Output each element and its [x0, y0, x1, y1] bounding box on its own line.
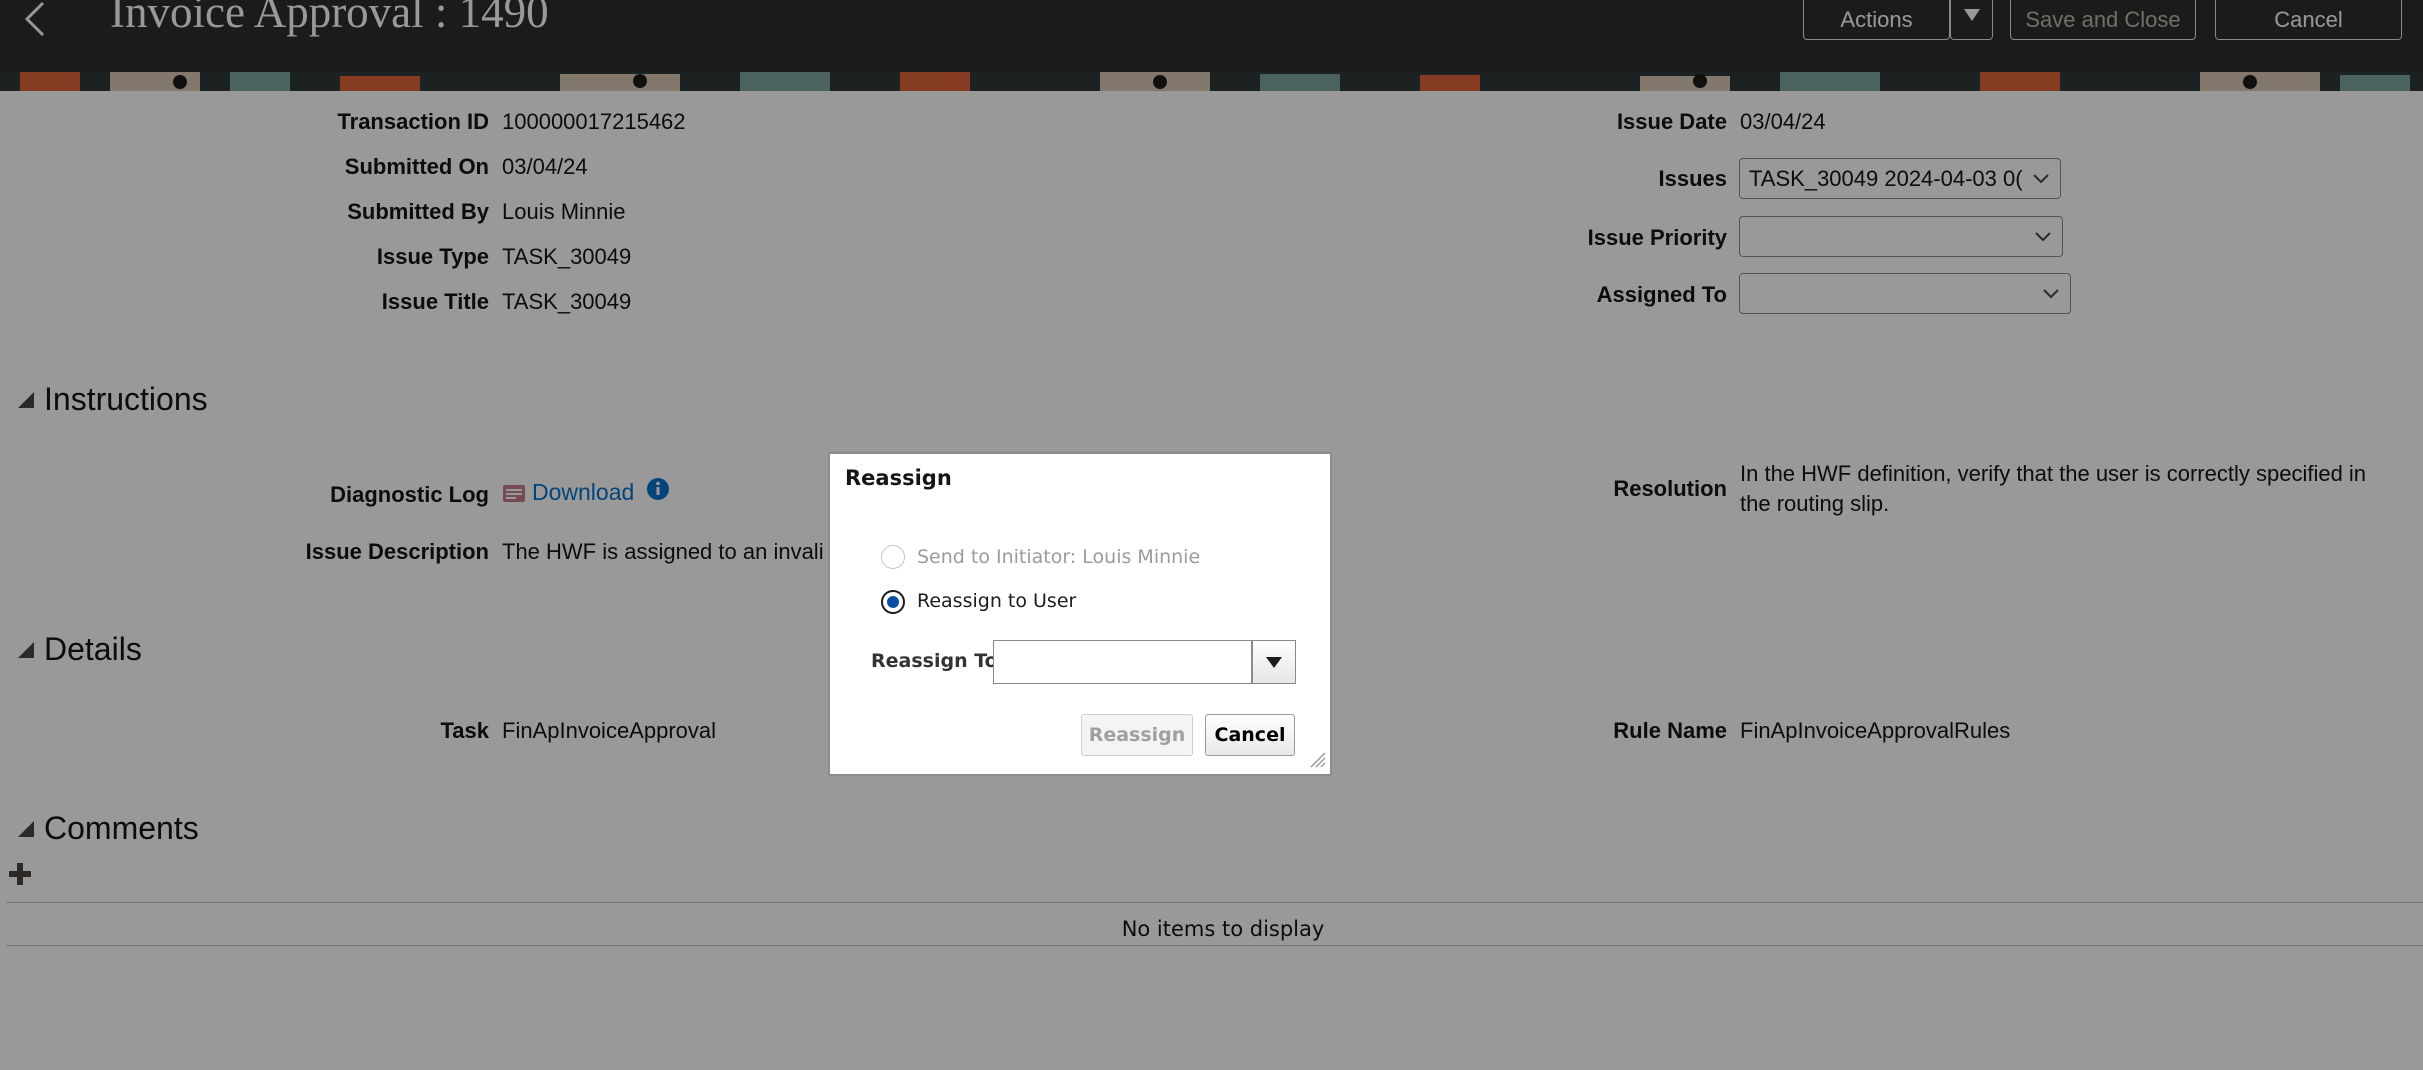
dialog-cancel-button[interactable]: Cancel — [1205, 714, 1295, 756]
reassign-to-input[interactable] — [993, 640, 1252, 684]
send-to-initiator-radio[interactable] — [881, 545, 905, 569]
send-to-initiator-label: Send to Initiator: Louis Minnie — [917, 546, 1201, 568]
reassign-button[interactable]: Reassign — [1081, 714, 1193, 756]
reassign-to-user-label: Reassign to User — [917, 590, 1077, 612]
caret-down-icon — [1266, 656, 1282, 668]
resize-grip-icon[interactable] — [1308, 750, 1326, 768]
reassign-dialog: Reassign Send to Initiator: Louis Minnie… — [828, 452, 1332, 776]
reassign-to-label: Reassign To — [871, 650, 998, 672]
reassign-to-dropdown-button[interactable] — [1252, 640, 1296, 684]
dialog-title: Reassign — [845, 466, 952, 490]
radio-selected-dot — [887, 596, 899, 608]
reassign-to-user-radio[interactable] — [881, 590, 905, 614]
